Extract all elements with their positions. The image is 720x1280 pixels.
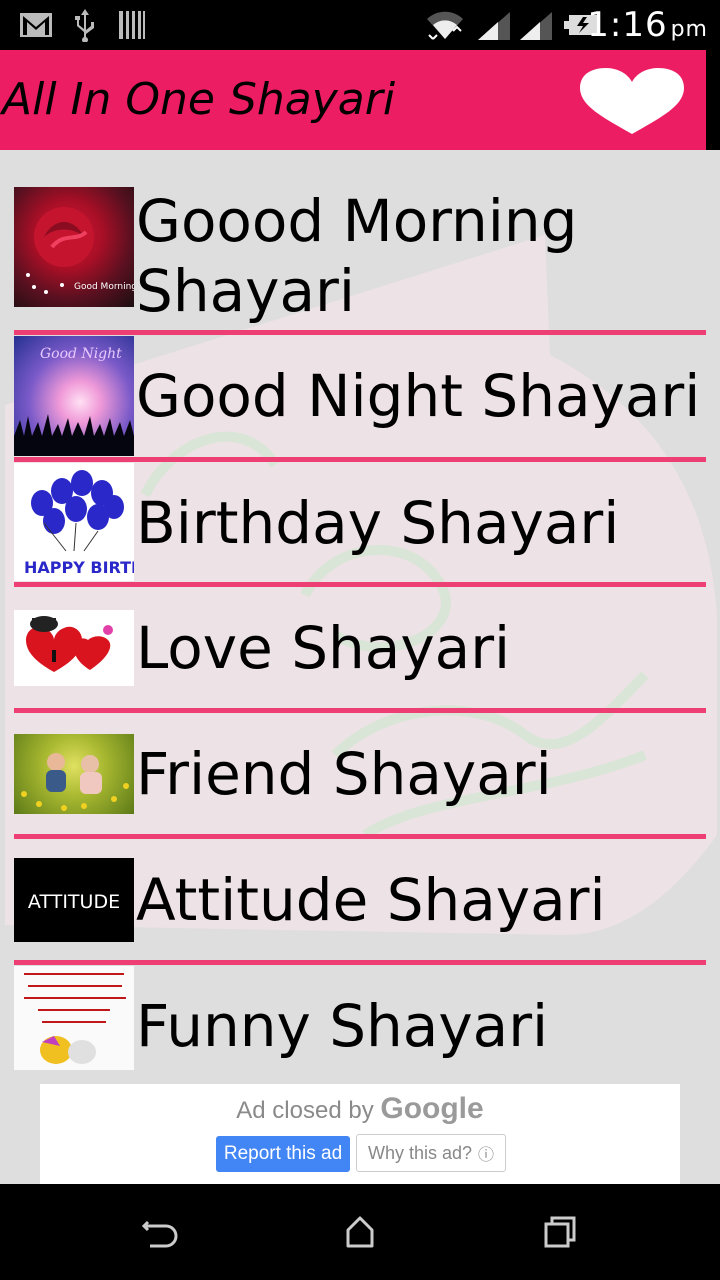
list-item-label: Funny Shayari bbox=[136, 992, 549, 1060]
list-item[interactable]: Good Morning Goood Morning Shayari bbox=[14, 186, 706, 326]
recents-icon[interactable] bbox=[540, 1212, 580, 1252]
list-divider bbox=[14, 708, 706, 713]
friend-thumbnail bbox=[14, 734, 134, 814]
good-night-thumbnail: Good Night bbox=[14, 336, 134, 456]
signal-icon bbox=[474, 8, 514, 42]
list-item[interactable]: Friend Shayari bbox=[14, 714, 706, 834]
list-item[interactable]: HAPPY BIRTHDAY Birthday Shayari bbox=[14, 463, 706, 583]
thumb-caption: HAPPY BIRTHDAY bbox=[24, 558, 134, 577]
signal-icon-2 bbox=[516, 8, 556, 42]
app-bar: All In One Shayari bbox=[0, 50, 706, 150]
list-divider bbox=[14, 834, 706, 839]
navigation-bar bbox=[0, 1184, 720, 1280]
list-item-label: Goood Morning Shayari bbox=[136, 187, 578, 325]
google-logo: Google bbox=[380, 1092, 484, 1125]
list-item[interactable]: Love Shayari bbox=[14, 588, 706, 708]
storage-icon bbox=[116, 8, 148, 42]
list-item-label: Good Night Shayari bbox=[136, 362, 701, 430]
heart-icon[interactable] bbox=[574, 66, 690, 136]
thumb-caption: ATTITUDE bbox=[28, 891, 120, 913]
ad-banner: Ad closed by Google Report this ad Why t… bbox=[40, 1084, 680, 1184]
list-divider bbox=[14, 330, 706, 335]
list-divider bbox=[14, 960, 706, 965]
list-divider bbox=[14, 457, 706, 462]
gmail-icon bbox=[18, 8, 54, 42]
attitude-thumbnail: ATTITUDE bbox=[14, 858, 134, 942]
back-icon[interactable] bbox=[140, 1212, 180, 1252]
good-morning-thumbnail: Good Morning bbox=[14, 187, 134, 307]
thumb-caption: Good Night bbox=[40, 346, 122, 362]
usb-icon bbox=[70, 8, 100, 42]
wifi-icon bbox=[424, 8, 466, 42]
thumb-caption: Good Morning bbox=[74, 282, 134, 292]
shayari-category-list: Good Morning Goood Morning Shayari Good … bbox=[0, 150, 720, 1184]
funny-thumbnail bbox=[14, 966, 134, 1070]
list-item-label: Attitude Shayari bbox=[136, 866, 606, 934]
why-this-ad-button[interactable]: Why this ad? ⓘ bbox=[356, 1134, 506, 1172]
list-item[interactable]: ATTITUDE Attitude Shayari bbox=[14, 840, 706, 960]
list-item-label: Birthday Shayari bbox=[136, 489, 620, 557]
love-thumbnail bbox=[14, 610, 134, 686]
status-time: 1:16 pm bbox=[587, 5, 708, 45]
list-item[interactable]: Good Night Good Night Shayari bbox=[14, 336, 706, 456]
home-icon[interactable] bbox=[340, 1212, 380, 1252]
status-bar: 1:16 pm bbox=[0, 0, 720, 50]
ad-closed-text: Ad closed by Google bbox=[236, 1092, 484, 1125]
list-item[interactable]: Funny Shayari bbox=[14, 966, 706, 1086]
app-title: All In One Shayari bbox=[2, 74, 396, 125]
list-divider bbox=[14, 582, 706, 587]
info-icon: ⓘ bbox=[478, 1147, 495, 1164]
report-ad-button[interactable]: Report this ad bbox=[216, 1136, 350, 1172]
list-item-label: Friend Shayari bbox=[136, 740, 552, 808]
birthday-thumbnail: HAPPY BIRTHDAY bbox=[14, 463, 134, 581]
list-item-label: Love Shayari bbox=[136, 614, 511, 682]
